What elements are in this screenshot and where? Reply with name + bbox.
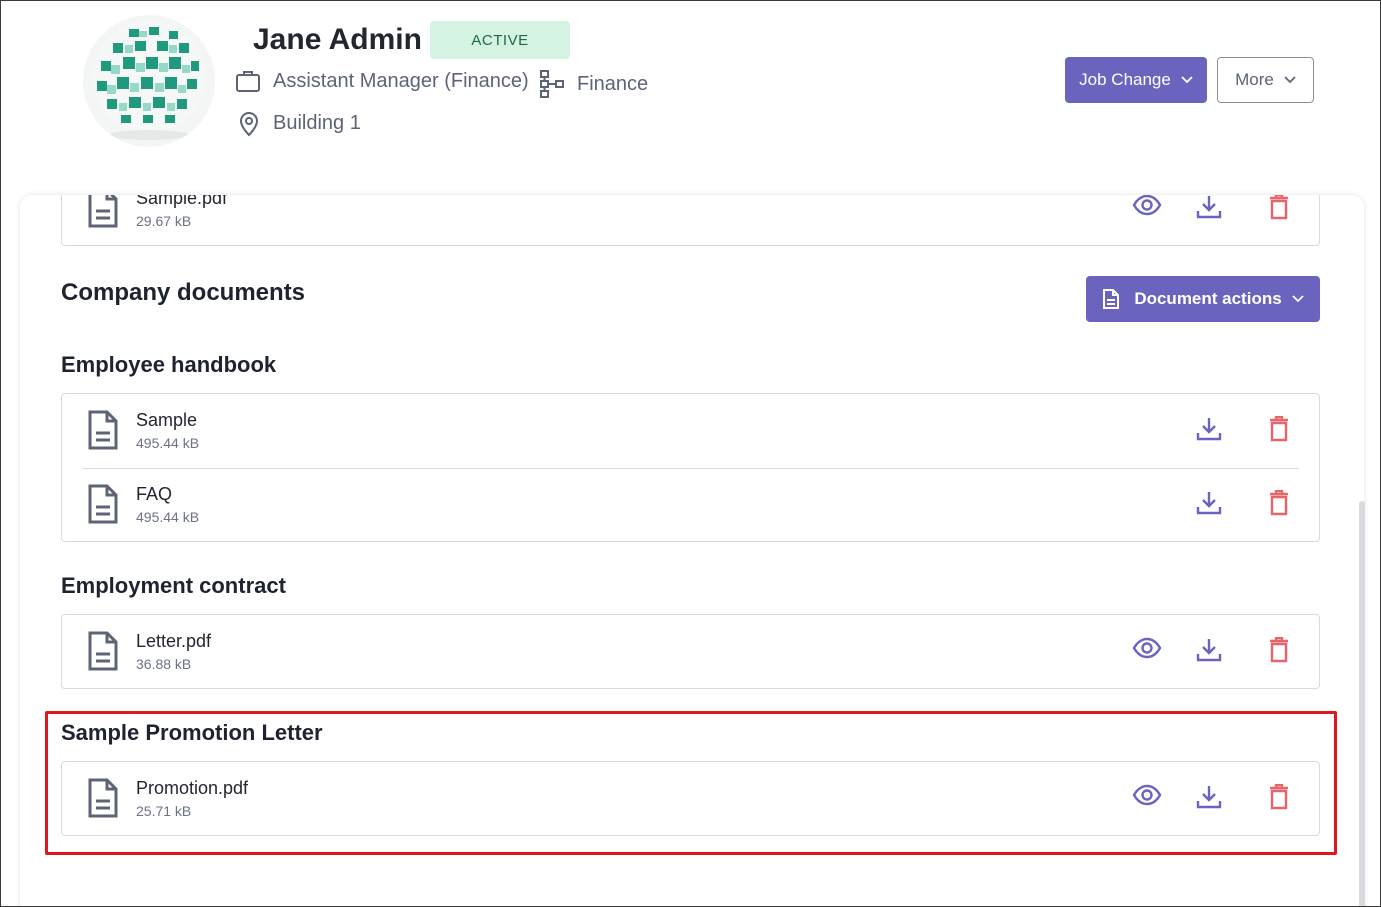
download-icon[interactable] [1196, 194, 1222, 220]
doc-size: 495.44 kB [136, 435, 200, 451]
document-icon [88, 484, 118, 524]
employee-name: Jane Admin [253, 23, 422, 56]
scrollbar[interactable] [1359, 501, 1365, 906]
document-actions-button[interactable]: Document actions [1086, 276, 1320, 322]
document-actions-label: Document actions [1134, 289, 1282, 308]
more-label: More [1235, 70, 1274, 89]
employee-handbook-list: Sample 495.44 kB FAQ 495.44 kB [61, 393, 1320, 542]
list-item: Sample 495.44 kB [62, 394, 1319, 468]
job-change-button[interactable]: Job Change [1065, 57, 1207, 103]
document-icon [88, 410, 118, 450]
job-title: Assistant Manager (Finance) [273, 69, 529, 92]
list-item: Letter.pdf 36.88 kB [62, 615, 1319, 689]
profile-header: Jane Admin ACTIVE Assistant Manager (Fin… [1, 1, 1380, 191]
app-frame: Jane Admin ACTIVE Assistant Manager (Fin… [0, 0, 1381, 907]
download-icon[interactable] [1196, 416, 1222, 442]
company-documents-title: Company documents [61, 279, 306, 306]
more-button[interactable]: More [1217, 57, 1314, 103]
view-icon[interactable] [1132, 637, 1162, 659]
doc-size: 36.88 kB [136, 656, 192, 672]
doc-name[interactable]: FAQ [136, 484, 172, 505]
department: Finance [577, 72, 649, 95]
doc-name[interactable]: Letter.pdf [136, 631, 211, 652]
group-title-employee-handbook: Employee handbook [61, 352, 277, 377]
chevron-down-icon [1292, 295, 1304, 303]
delete-icon[interactable] [1269, 490, 1289, 516]
location-pin-icon [239, 112, 259, 137]
list-item: FAQ 495.44 kB [62, 468, 1319, 542]
location: Building 1 [273, 111, 361, 134]
department-meta: Finance [539, 69, 648, 99]
document-icon [1103, 289, 1120, 309]
doc-name[interactable]: Sample.pdf [136, 195, 227, 209]
org-chart-icon [540, 70, 564, 98]
chevron-down-icon [1284, 76, 1296, 84]
delete-icon[interactable] [1269, 194, 1289, 220]
document-icon [88, 195, 118, 228]
document-icon [88, 631, 118, 671]
download-icon[interactable] [1196, 637, 1222, 663]
doc-name[interactable]: Sample [136, 410, 197, 431]
status-badge: ACTIVE [430, 21, 570, 59]
employment-contract-list: Letter.pdf 36.88 kB [61, 614, 1320, 689]
doc-size: 495.44 kB [136, 509, 200, 525]
chevron-down-icon [1181, 76, 1193, 84]
delete-icon[interactable] [1269, 637, 1289, 663]
highlight-box [45, 711, 1337, 855]
location-meta: Building 1 [237, 109, 361, 137]
briefcase-icon [236, 71, 260, 92]
avatar [83, 15, 215, 147]
group-title-employment-contract: Employment contract [61, 573, 286, 598]
job-title-meta: Assistant Manager (Finance) [235, 69, 529, 93]
job-change-label: Job Change [1079, 70, 1171, 89]
delete-icon[interactable] [1269, 416, 1289, 442]
download-icon[interactable] [1196, 490, 1222, 516]
view-icon[interactable] [1132, 194, 1162, 216]
doc-size: 29.67 kB [136, 213, 192, 229]
